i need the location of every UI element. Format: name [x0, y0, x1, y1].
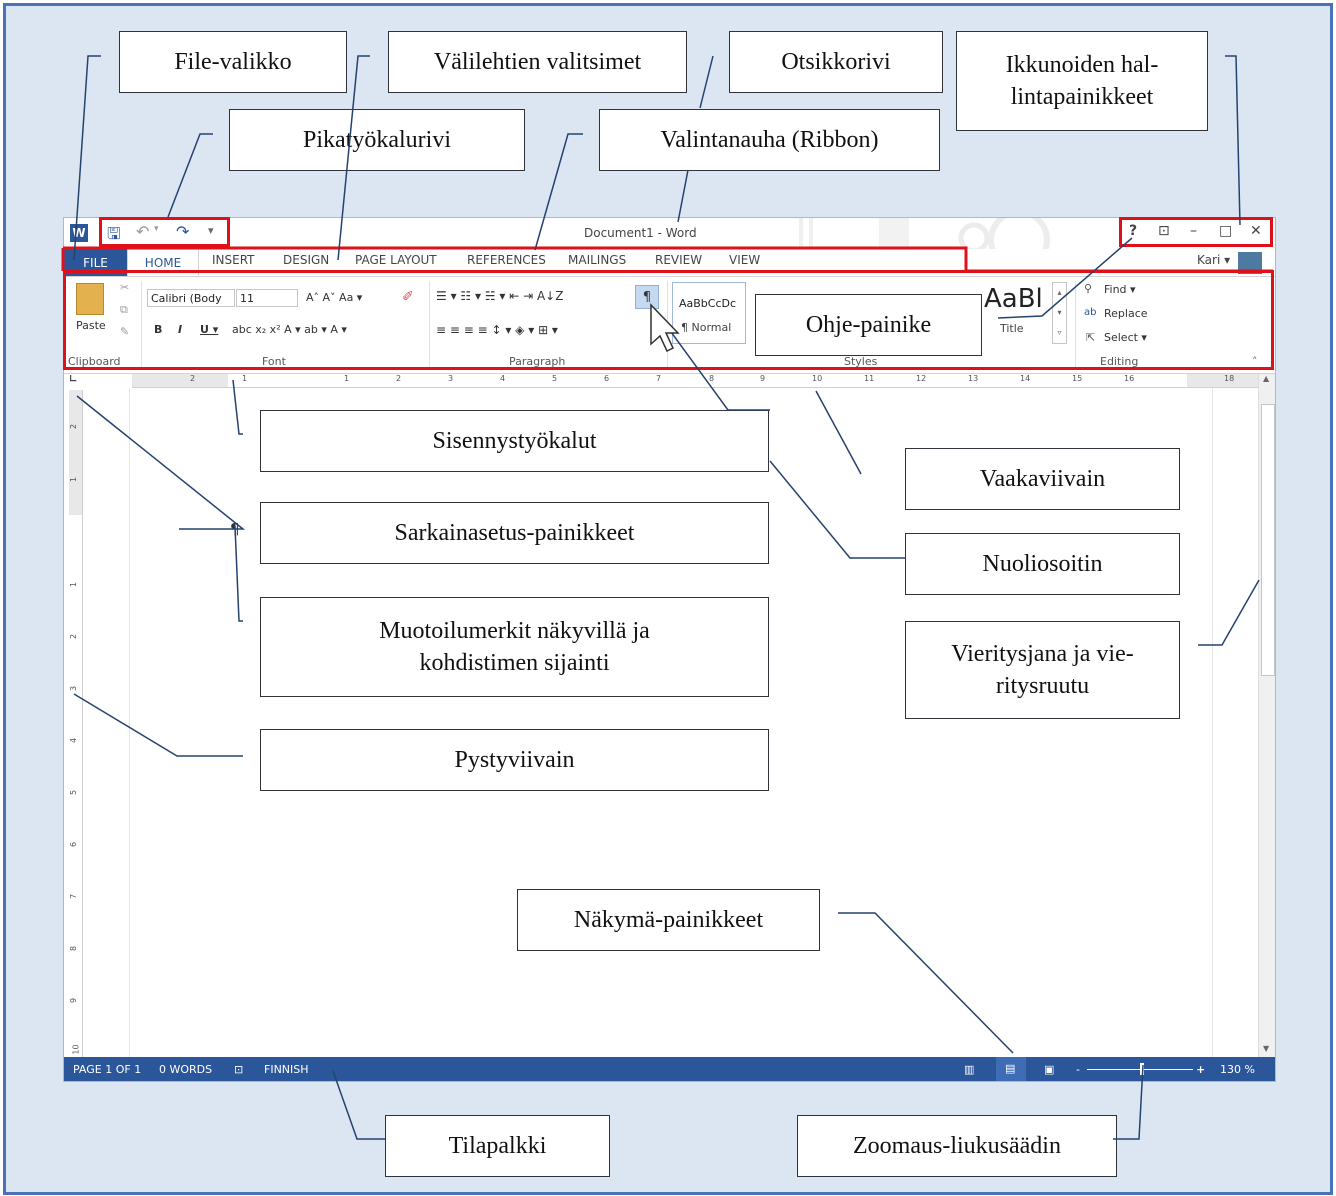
ruler-h-number: 2: [396, 374, 402, 383]
callout-formatting-marks: Muotoilumerkit näkyvillä ja kohdistimen …: [260, 597, 769, 697]
callout-view-buttons: Näkymä-painikkeet: [517, 889, 820, 951]
ruler-h-number: 3: [448, 374, 454, 383]
ruler-v-number: 10: [71, 1044, 81, 1055]
status-bar: PAGE 1 OF 1 0 WORDS ⊡ FINNISH ▥ ▤ ▣ - + …: [64, 1057, 1275, 1081]
ruler-v-number: 2: [69, 423, 79, 430]
ruler-h-number: 11: [864, 374, 875, 383]
tab-page-layout[interactable]: PAGE LAYOUT: [355, 253, 437, 267]
vertical-ruler[interactable]: 2 1 1 2 3 4 5 6 7 8 9 10: [69, 390, 83, 1060]
scroll-up-icon[interactable]: ▲: [1263, 374, 1269, 383]
callout-horizontal-ruler: Vaakaviivain: [905, 448, 1180, 510]
zoom-thumb[interactable]: [1140, 1063, 1144, 1075]
ruler-h-number: 13: [968, 374, 979, 383]
callout-quick-access: Pikatyökalurivi: [229, 109, 525, 171]
callout-tab-selectors: Välilehtien valitsimet: [388, 31, 687, 93]
ruler-h-number: 4: [500, 374, 506, 383]
callout-zoom-slider: Zoomaus-liukusäädin: [797, 1115, 1117, 1177]
ruler-v-number: 4: [69, 737, 79, 744]
zoom-level[interactable]: 130 %: [1220, 1063, 1255, 1076]
scroll-down-icon[interactable]: ▼: [1263, 1044, 1269, 1053]
callout-title-bar: Otsikkorivi: [729, 31, 943, 93]
ruler-h-number: 14: [1020, 374, 1031, 383]
horizontal-ruler[interactable]: 2 1 1 2 3 4 5 6 7 8 9 10 11 12 13 14 15 16 18: [132, 374, 1272, 388]
vertical-scrollbar[interactable]: ▲ ▼: [1258, 374, 1275, 1057]
read-mode-icon[interactable]: ▥: [964, 1063, 974, 1076]
ruler-v-number: 2: [69, 633, 79, 640]
tab-review[interactable]: REVIEW: [655, 253, 702, 267]
ruler-v-number: 5: [69, 789, 79, 796]
callout-tab-buttons: Sarkainasetus-painikkeet: [260, 502, 769, 564]
zoom-in-button[interactable]: +: [1196, 1063, 1205, 1076]
ruler-v-number: 1: [69, 581, 79, 588]
page-count[interactable]: PAGE 1 OF 1: [73, 1063, 141, 1076]
tab-view[interactable]: VIEW: [729, 253, 760, 267]
web-layout-icon[interactable]: ▣: [1044, 1063, 1054, 1076]
ruler-h-number: 15: [1072, 374, 1083, 383]
ruler-h-number: 16: [1124, 374, 1135, 383]
highlight-quick-access: [99, 217, 230, 247]
highlight-ribbon: [63, 270, 1274, 370]
ruler-h-number: 2: [190, 374, 196, 383]
ruler-h-number: 1: [242, 374, 248, 383]
ruler-v-number: 6: [69, 841, 79, 848]
language-indicator[interactable]: FINNISH: [264, 1063, 309, 1076]
tab-selector-icon[interactable]: ∟: [69, 374, 77, 385]
ruler-h-number: 8: [709, 374, 715, 383]
ruler-v-number: 9: [69, 997, 79, 1004]
ruler-v-number: 1: [69, 476, 79, 483]
ruler-h-number: 18: [1224, 374, 1235, 383]
pilcrow-mark: ¶: [230, 520, 240, 538]
user-name[interactable]: Kari ▾: [1197, 253, 1230, 267]
word-logo-icon: W: [70, 224, 88, 242]
tab-insert[interactable]: INSERT: [212, 253, 255, 267]
callout-status-bar: Tilapalkki: [385, 1115, 610, 1177]
tab-design[interactable]: DESIGN: [283, 253, 329, 267]
callout-window-controls: Ikkunoiden hal- lintapainikkeet: [956, 31, 1208, 131]
ruler-h-number: 12: [916, 374, 927, 383]
ruler-v-number: 7: [69, 893, 79, 900]
zoom-out-button[interactable]: -: [1076, 1063, 1080, 1076]
ruler-h-number: 5: [552, 374, 558, 383]
tab-mailings[interactable]: MAILINGS: [568, 253, 626, 267]
title-bar: W 🖫 ↶ ▾ ↷ ▾ Document1 - Word ? ⊡ – □ ✕: [64, 218, 1275, 249]
ruler-h-number: 6: [604, 374, 610, 383]
ruler-v-number: 8: [69, 945, 79, 952]
callout-help-button: Ohje-painike: [755, 294, 982, 356]
ruler-v-number: 3: [69, 685, 79, 692]
document-title: Document1 - Word: [584, 226, 697, 240]
callout-vertical-ruler: Pystyviivain: [260, 729, 769, 791]
ruler-h-number: 7: [656, 374, 662, 383]
callout-scrollbar: Vieritysjana ja vie- ritysruutu: [905, 621, 1180, 719]
callout-ribbon: Valintanauha (Ribbon): [599, 109, 940, 171]
word-count[interactable]: 0 WORDS: [159, 1063, 212, 1076]
title-bar-decoration: [799, 218, 1050, 249]
ruler-h-number: 10: [812, 374, 823, 383]
callout-mouse-pointer: Nuoliosoitin: [905, 533, 1180, 595]
highlight-window-controls: [1119, 217, 1273, 247]
proofing-icon[interactable]: ⊡: [234, 1063, 243, 1076]
print-layout-button[interactable]: ▤: [996, 1057, 1026, 1081]
tab-references[interactable]: REFERENCES: [467, 253, 546, 267]
callout-indent-tools: Sisennystyökalut: [260, 410, 769, 472]
scroll-thumb[interactable]: [1261, 404, 1275, 676]
ruler-h-number: 9: [760, 374, 766, 383]
ruler-h-number: 1: [344, 374, 350, 383]
callout-file-menu: File-valikko: [119, 31, 347, 93]
print-layout-icon: ▤: [1005, 1062, 1016, 1075]
